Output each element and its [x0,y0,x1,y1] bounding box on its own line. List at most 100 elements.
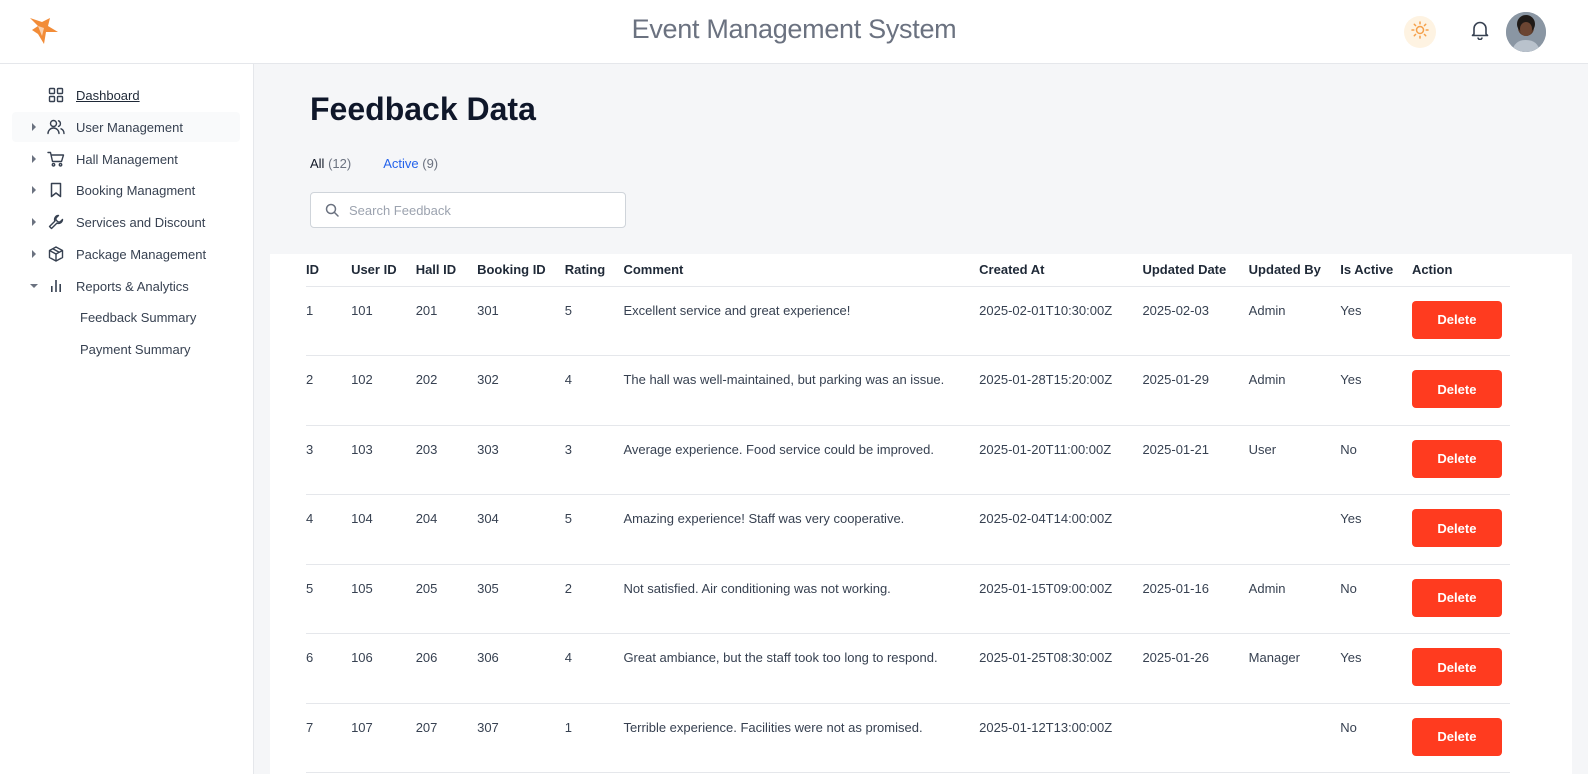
filter-tabs: All (12) Active (9) [310,156,438,171]
grid-icon [46,85,66,105]
column-header[interactable]: Updated Date [1134,254,1241,287]
table-cell: Average experience. Food service could b… [615,425,972,495]
table-row[interactable]: 1 101 201 301 5 Excellent service and great e… [306,286,1510,356]
table-cell: 204 [407,494,470,565]
table-row[interactable]: 6 106 206 306 4 Great ambiance, but the staff… [306,633,1510,704]
sidebar-item-label: Booking Managment [76,182,196,198]
table-cell: Yes [1332,494,1404,565]
caret-right-icon [26,216,42,228]
delete-button[interactable]: Delete [1411,370,1502,408]
table-cell: 303 [469,425,557,495]
table-cell: 2025-01-16 [1134,564,1241,634]
table-cell: 202 [407,355,470,426]
table-cell: 5 [556,494,616,565]
table-cell: 2025-01-29 [1134,355,1241,426]
table-cell: Admin [1240,286,1333,356]
action-cell: Delete [1403,703,1510,773]
table-row[interactable]: 4 104 204 304 5 Amazing experience! Staff was… [306,494,1510,565]
table-cell: 101 [343,286,408,356]
table-cell: 2025-01-15T09:00:00Z [971,564,1135,634]
table-cell [1134,494,1241,565]
tab-active[interactable]: Active (9) [383,156,438,171]
sidebar-item-hall-management[interactable]: Hall Management [12,144,240,174]
table-row[interactable]: 3 103 203 303 3 Average experience. Food serv… [306,425,1510,495]
table-cell: 2025-02-03 [1134,286,1241,356]
delete-button[interactable]: Delete [1411,509,1502,547]
tab-label: Active [383,156,419,171]
sidebar-item-label: Services and Discount [76,214,206,230]
notifications-button[interactable] [1466,18,1494,46]
table-cell: 2025-01-12T13:00:00Z [971,703,1135,773]
search-input[interactable] [349,202,599,218]
main-content: Feedback Data All (12) Active (9) ID [254,64,1588,774]
delete-button[interactable]: Delete [1411,439,1502,478]
column-header[interactable]: Created At [971,254,1135,287]
table-cell: 103 [343,425,408,495]
table-cell: 306 [469,633,557,704]
table-cell: Great ambiance, but the staff took too l… [615,633,972,704]
delete-button[interactable]: Delete [1411,648,1502,686]
caret-right-icon [26,153,42,165]
column-header[interactable]: Rating [556,254,616,287]
sidebar-item-label: Package Management [76,246,207,262]
table-cell: The hall was well-maintained, but parkin… [615,355,972,426]
caret-right-icon [26,248,42,260]
sidebar: Dashboard User Management Hall Managemen… [0,64,254,774]
action-cell: Delete [1403,286,1510,356]
table-cell: 3 [306,425,344,495]
theme-toggle-button[interactable] [1404,16,1436,48]
table-cell: 5 [556,286,616,356]
column-header[interactable]: Updated By [1240,254,1333,287]
table-cell: 305 [469,564,557,634]
user-avatar[interactable] [1506,12,1546,52]
table-cell: No [1332,425,1404,495]
delete-button[interactable]: Delete [1411,300,1502,339]
tab-all[interactable]: All (12) [310,156,351,171]
column-header[interactable]: Comment [615,254,972,287]
sidebar-item-services-and-discount[interactable]: Services and Discount [12,207,240,237]
app-title: Event Management System [631,14,957,44]
column-header[interactable]: Is Active [1332,254,1404,287]
bell-icon [1471,20,1489,45]
table-cell: 2025-01-28T15:20:00Z [971,355,1135,426]
table-cell: 4 [306,494,344,565]
table-cell: 2025-02-01T10:30:00Z [971,286,1135,356]
column-header[interactable]: Hall ID [407,254,470,287]
table-cell: 1 [556,703,616,773]
column-header[interactable]: User ID [343,254,408,287]
column-header: Action [1403,254,1510,287]
table-cell: User [1240,425,1333,495]
table-row[interactable]: 7 107 207 307 1 Terrible experience. Faciliti… [306,703,1510,773]
cart-icon [46,149,66,169]
table-cell: 301 [469,286,557,356]
delete-button[interactable]: Delete [1411,578,1502,617]
sidebar-subitem-payment-summary[interactable]: Payment Summary [80,337,191,361]
sidebar-item-dashboard[interactable]: Dashboard [12,80,240,110]
action-cell: Delete [1403,355,1510,426]
sidebar-item-label: Hall Management [76,151,178,167]
sidebar-item-reports-analytics[interactable]: Reports & Analytics [12,271,240,301]
table-cell: 302 [469,355,557,426]
table-cell: 207 [407,703,470,773]
tab-count: (9) [422,156,439,171]
table-row[interactable]: 2 102 202 302 4 The hall was well-maintained,… [306,355,1510,426]
action-cell: Delete [1403,494,1510,565]
table-cell: 5 [306,564,344,634]
sidebar-item-label: Dashboard [76,87,140,103]
table-cell: Yes [1332,633,1404,704]
table-cell: Yes [1332,355,1404,426]
search-box [310,192,626,228]
sidebar-subitem-feedback-summary[interactable]: Feedback Summary [80,305,196,329]
table-cell: 2 [556,564,616,634]
sidebar-item-package-management[interactable]: Package Management [12,239,240,269]
table-cell: 4 [556,355,616,426]
delete-button[interactable]: Delete [1411,717,1502,756]
table-header-row: ID User ID Hall ID Booking ID Rating Com… [306,254,1510,287]
table-row[interactable]: 5 105 205 305 2 Not satisfied. Air conditioni… [306,564,1510,634]
column-header[interactable]: ID [306,254,344,287]
sidebar-item-user-management[interactable]: User Management [12,112,240,142]
table-cell: 106 [343,633,408,704]
table-cell: 2025-02-04T14:00:00Z [971,494,1135,565]
sidebar-item-booking-managment[interactable]: Booking Managment [12,175,240,205]
column-header[interactable]: Booking ID [469,254,557,287]
